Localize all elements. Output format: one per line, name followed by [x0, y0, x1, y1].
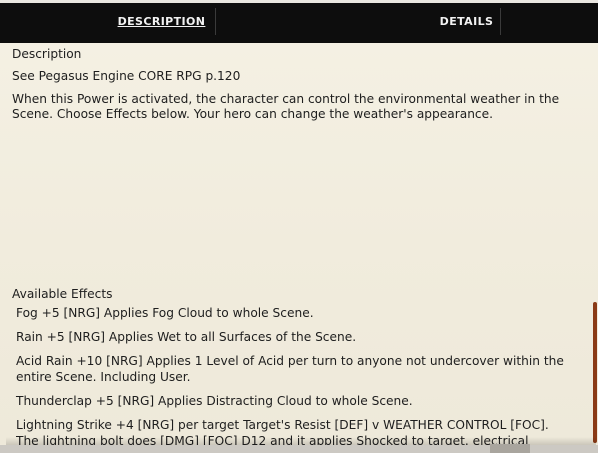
description-panel[interactable]: Description See Pegasus Engine CORE RPG … — [0, 43, 598, 445]
tab-description[interactable]: DESCRIPTION — [108, 0, 215, 43]
tab-details[interactable]: DETAILS — [437, 0, 496, 43]
effects-heading: Available Effects — [12, 287, 113, 301]
effect-thunderclap: Thunderclap +5 [NRG] Applies Distracting… — [16, 394, 413, 408]
tab-details-label: DETAILS — [439, 15, 494, 28]
scrollbar-thumb[interactable] — [593, 302, 597, 443]
description-body-line: Scene. Choose Effects below. Your hero c… — [12, 107, 494, 121]
effect-lightning-strike: Lightning Strike +4 [NRG] per target Tar… — [16, 418, 549, 432]
source-reference: See Pegasus Engine CORE RPG p.120 — [12, 69, 241, 83]
tab-divider — [500, 8, 501, 35]
tab-bar: DESCRIPTION DETAILS — [0, 0, 598, 43]
tab-description-label: DESCRIPTION — [117, 15, 206, 28]
effect-rain: Rain +5 [NRG] Applies Wet to all Surface… — [16, 330, 357, 344]
window-top-edge — [0, 0, 598, 3]
resize-handle[interactable] — [490, 444, 530, 453]
effect-fog: Fog +5 [NRG] Applies Fog Cloud to whole … — [16, 306, 314, 320]
effect-acid-rain: Acid Rain +10 [NRG] Applies 1 Level of A… — [16, 354, 564, 368]
effect-acid-rain-cont: entire Scene. Including User. — [16, 370, 191, 384]
description-heading: Description — [12, 47, 82, 61]
description-body-line: When this Power is activated, the charac… — [12, 92, 560, 106]
tab-divider — [215, 8, 216, 35]
